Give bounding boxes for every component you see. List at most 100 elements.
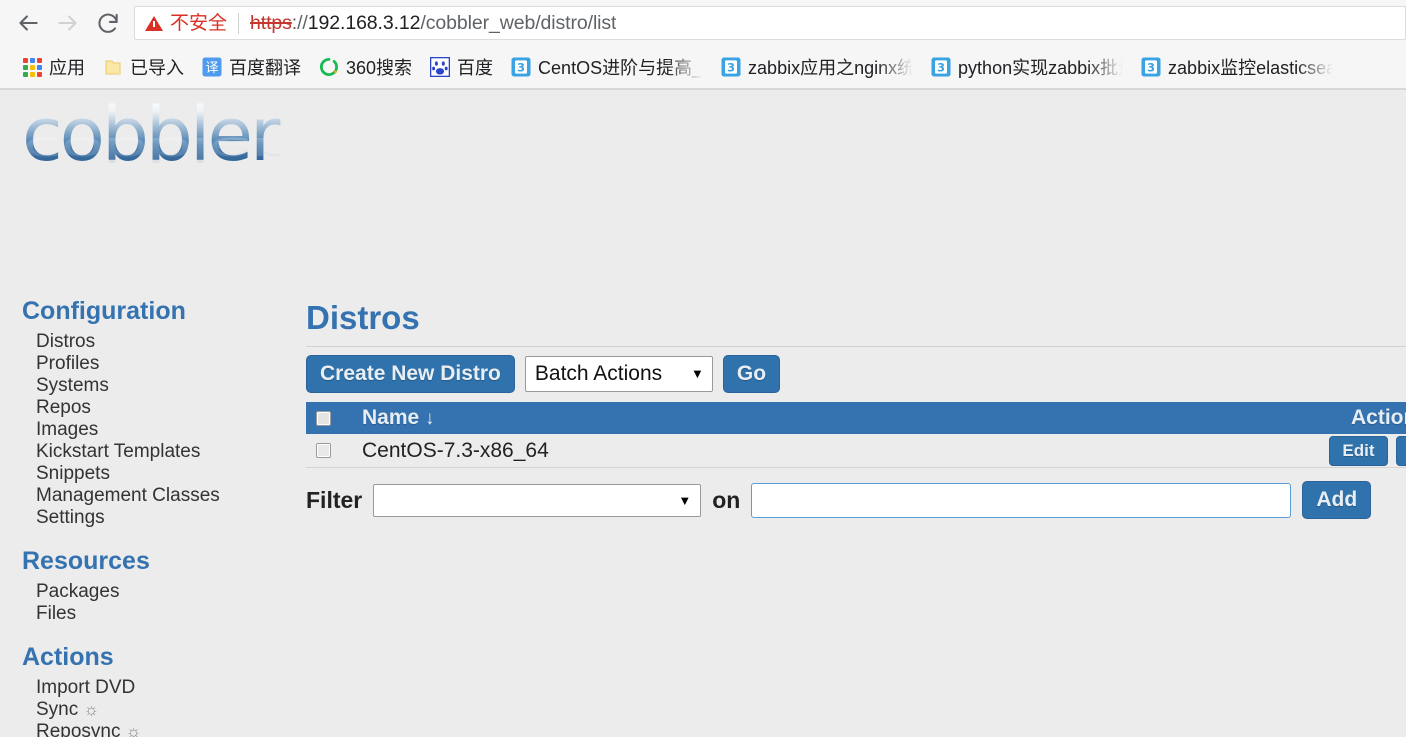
sidebar-item-label: Import DVD	[36, 677, 136, 698]
column-header-actions: Actions	[1350, 406, 1406, 429]
sidebar-heading-actions: Actions	[22, 643, 114, 671]
address-bar[interactable]: 不安全 https://192.168.3.12/cobbler_web/dis…	[134, 6, 1406, 40]
sidebar-item-files[interactable]: Files	[0, 603, 300, 625]
sidebar-item-settings[interactable]: Settings	[0, 507, 300, 529]
svg-text:3: 3	[1147, 60, 1155, 74]
sidebar-section-resources: Resources Packages Files	[0, 545, 300, 625]
sidebar: Configuration Distros Profiles Systems R…	[0, 295, 300, 737]
sidebar-item-images[interactable]: Images	[0, 419, 300, 441]
distros-table: Name ↓ Actions CentOS-7.3-x86_64 Edit Co…	[306, 402, 1406, 468]
on-label: on	[712, 486, 741, 513]
sort-descending-icon: ↓	[425, 408, 435, 429]
forward-arrow-icon	[58, 15, 77, 31]
go-button[interactable]: Go	[722, 355, 781, 393]
sidebar-item-distros[interactable]: Distros	[0, 331, 300, 353]
main-content: Distros Create New Distro Batch Actions …	[306, 298, 1406, 519]
column-header-name-label: Name	[362, 406, 420, 429]
bookmark-label: 360搜索	[346, 58, 413, 78]
sidebar-section-configuration: Configuration Distros Profiles Systems R…	[0, 295, 300, 529]
chevron-down-icon: ▼	[678, 492, 692, 508]
bookmark-label: 应用	[49, 58, 85, 78]
copy-button[interactable]: Copy	[1395, 435, 1406, 466]
bookmark-label: 百度	[457, 58, 494, 78]
omnibox-divider	[238, 12, 240, 34]
back-button[interactable]	[8, 3, 48, 43]
sidebar-item-systems[interactable]: Systems	[0, 375, 300, 397]
back-arrow-icon	[19, 15, 38, 31]
page-title: Distros	[306, 299, 420, 336]
bookmark-label: python实现zabbix批量	[958, 58, 1124, 78]
url-scheme: https	[250, 11, 292, 34]
column-header-name[interactable]: Name ↓	[362, 406, 435, 430]
sidebar-item-profiles[interactable]: Profiles	[0, 353, 300, 375]
bookmark-label: zabbix监控elasticsearch	[1168, 58, 1333, 78]
sidebar-item-label: Reposync	[36, 721, 121, 737]
blog-icon: 3	[931, 57, 951, 77]
sidebar-item-sync[interactable]: Sync ☼	[0, 699, 300, 721]
sidebar-item-repos[interactable]: Repos	[0, 397, 300, 419]
bookmark-imported[interactable]: 已导入	[94, 50, 193, 84]
bookmark-zabbix-nginx[interactable]: 3 zabbix应用之nginx统计	[712, 50, 922, 84]
content-toolbar: Create New Distro Batch Actions ▼ Go	[306, 346, 1406, 393]
bookmark-centos-blog[interactable]: 3 CentOS进阶与提高_博	[502, 50, 712, 84]
baidu-paw-icon	[430, 57, 451, 77]
url-text: https://192.168.3.12/cobbler_web/distro/…	[250, 12, 616, 35]
bookmark-apps[interactable]: 应用	[14, 50, 94, 84]
sidebar-item-snippets[interactable]: Snippets	[0, 463, 300, 485]
table-row: CentOS-7.3-x86_64 Edit Copy	[306, 434, 1406, 468]
cell-distro-name: CentOS-7.3-x86_64	[362, 438, 549, 462]
sun-icon: ☼	[83, 700, 100, 719]
bookmark-label: 已导入	[130, 58, 184, 78]
cobbler-web-page: cobbler cobbler Configuration Distros Pr…	[0, 90, 1406, 737]
sun-icon: ☼	[125, 722, 142, 737]
svg-text:3: 3	[727, 60, 735, 74]
sidebar-section-actions: Actions Import DVD Sync ☼ Reposync ☼ Har…	[0, 641, 300, 737]
url-host: 192.168.3.12	[307, 11, 421, 34]
batch-actions-value: Batch Actions	[534, 362, 663, 385]
bookmark-python-zabbix[interactable]: 3 python实现zabbix批量	[922, 50, 1132, 84]
sidebar-item-management-classes[interactable]: Management Classes	[0, 485, 300, 507]
create-new-distro-button[interactable]: Create New Distro	[306, 355, 515, 393]
bookmark-360-search[interactable]: 360搜索	[310, 50, 421, 84]
translate-icon: 译	[202, 57, 222, 77]
url-path: /cobbler_web/distro/list	[420, 11, 617, 34]
svg-text:3: 3	[517, 60, 525, 74]
table-header-row: Name ↓ Actions	[306, 402, 1406, 434]
sidebar-heading-resources: Resources	[22, 547, 150, 575]
filter-label: Filter	[306, 486, 363, 513]
bookmark-baidu-translate[interactable]: 译 百度翻译	[193, 50, 310, 84]
select-all-checkbox[interactable]	[316, 410, 331, 426]
chevron-down-icon: ▼	[691, 366, 704, 381]
blog-icon: 3	[721, 57, 741, 77]
filter-row: Filter ▼ on Add	[306, 481, 1406, 519]
url-separator: ://	[291, 11, 308, 34]
svg-text:3: 3	[937, 60, 945, 74]
sidebar-item-kickstart-templates[interactable]: Kickstart Templates	[0, 441, 300, 463]
reload-icon	[98, 13, 118, 33]
bookmark-baidu[interactable]: 百度	[421, 50, 502, 84]
bookmarks-bar: 应用 已导入 译 百度翻译 360搜索 百度 3 CentOS进阶与提高_博 3…	[0, 46, 1406, 89]
filter-value-input[interactable]	[751, 482, 1292, 518]
sidebar-heading-configuration: Configuration	[22, 297, 186, 325]
bookmark-label: CentOS进阶与提高_博	[538, 58, 704, 78]
security-label: 不安全	[170, 12, 228, 34]
browser-chrome: 不安全 https://192.168.3.12/cobbler_web/dis…	[0, 0, 1406, 90]
edit-button[interactable]: Edit	[1329, 435, 1388, 466]
blog-icon: 3	[511, 57, 531, 77]
cobbler-logo-reflection: cobbler	[22, 130, 287, 169]
warning-triangle-icon	[145, 15, 163, 31]
svg-text:译: 译	[205, 61, 218, 76]
sidebar-item-import-dvd[interactable]: Import DVD	[0, 677, 300, 699]
security-indicator[interactable]: 不安全	[145, 14, 238, 33]
browser-toolbar: 不安全 https://192.168.3.12/cobbler_web/dis…	[0, 0, 1406, 46]
bookmark-zabbix-elasticsearch[interactable]: 3 zabbix监控elasticsearch	[1132, 50, 1342, 84]
sidebar-item-reposync[interactable]: Reposync ☼	[0, 721, 300, 737]
row-select-checkbox[interactable]	[316, 443, 331, 458]
add-filter-button[interactable]: Add	[1302, 481, 1372, 519]
cobbler-logo[interactable]: cobbler cobbler	[22, 98, 287, 198]
sidebar-item-packages[interactable]: Packages	[0, 581, 300, 603]
forward-button[interactable]	[48, 3, 88, 43]
reload-button[interactable]	[88, 3, 128, 43]
batch-actions-select[interactable]: Batch Actions ▼	[524, 356, 713, 392]
filter-field-select[interactable]: ▼	[373, 483, 702, 517]
